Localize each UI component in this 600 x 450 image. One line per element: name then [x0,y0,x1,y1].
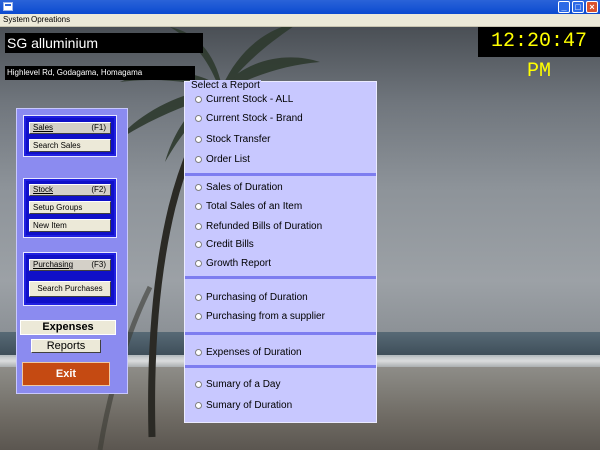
menu-operations[interactable]: Opreations [31,15,70,24]
radio-icon[interactable] [195,349,202,356]
radio-icon[interactable] [195,136,202,143]
radio-icon[interactable] [195,184,202,191]
section-divider [185,365,376,368]
stock-shortcut: (F2) [91,185,106,194]
purchasing-button[interactable]: Purchasing (F3) [29,259,111,271]
sales-shortcut: (F1) [91,123,106,132]
radio-icon[interactable] [195,313,202,320]
sales-button[interactable]: Sales (F1) [29,122,111,134]
report-selection-panel: Select a Report Current Stock - ALL Curr… [184,80,377,423]
radio-icon[interactable] [195,241,202,248]
radio-icon[interactable] [195,115,202,122]
radio-icon[interactable] [195,156,202,163]
report-legend: Select a Report [190,80,261,91]
clock-display: 12:20:47 PM [478,27,600,83]
title-bar: _ □ × [0,0,600,14]
stock-label: Stock [33,185,54,194]
purchasing-group: Purchasing (F3) Search Purchases [23,252,117,306]
maximize-icon[interactable]: □ [572,1,584,13]
purchasing-shortcut: (F3) [91,260,106,269]
radio-icon[interactable] [195,203,202,210]
reports-button[interactable]: Reports [31,339,101,353]
section-divider [185,276,376,279]
purchasing-label: Purchasing [33,260,74,269]
close-icon[interactable]: × [586,1,598,13]
app-icon [3,2,13,11]
radio-icon[interactable] [195,402,202,409]
company-address: Highlevel Rd, Godagama, Homagama [5,66,195,80]
exit-button[interactable]: Exit [22,362,110,386]
section-divider [185,332,376,335]
radio-icon[interactable] [195,381,202,388]
stock-group: Stock (F2) Setup Groups New Item [23,178,117,238]
stock-button[interactable]: Stock (F2) [29,184,111,196]
setup-groups-button[interactable]: Setup Groups [29,201,111,214]
section-divider [185,173,376,176]
new-item-button[interactable]: New Item [29,219,111,232]
search-sales-button[interactable]: Search Sales [29,139,111,152]
search-purchases-button[interactable]: Search Purchases [29,281,111,297]
radio-icon[interactable] [195,260,202,267]
menu-system[interactable]: System [3,15,30,24]
radio-icon[interactable] [195,294,202,301]
sales-label: Sales [33,123,54,132]
radio-icon[interactable] [195,96,202,103]
minimize-icon[interactable]: _ [558,1,570,13]
sales-group: Sales (F1) Search Sales [23,115,117,157]
expenses-button[interactable]: Expenses [20,320,116,335]
menu-bar: System Opreations [0,14,600,27]
radio-icon[interactable] [195,223,202,230]
company-name: SG alluminium [5,33,203,53]
